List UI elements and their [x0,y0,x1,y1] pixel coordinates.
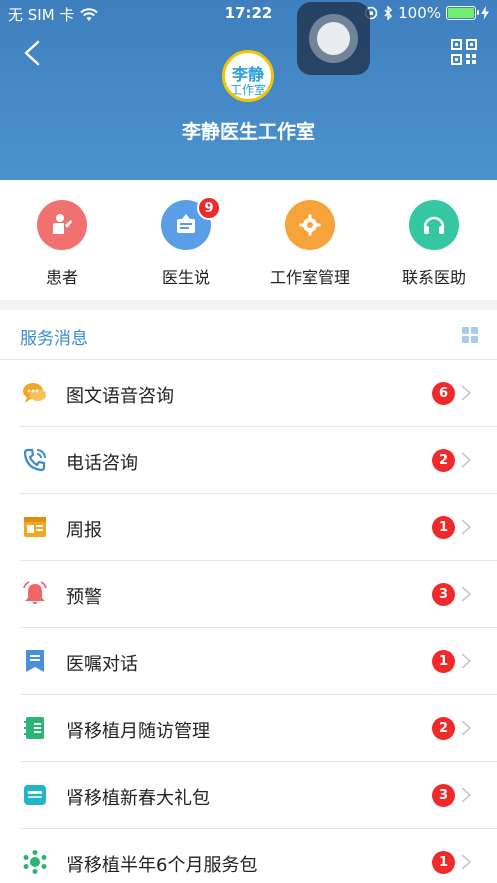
back-arrow-icon[interactable] [18,38,48,68]
service-item-text-voice-consult[interactable]: 图文语音咨询 6 [0,360,497,427]
service-item-label: 图文语音咨询 [66,386,174,407]
quick-action-studio-management[interactable]: 工作室管理 [260,200,360,288]
service-heading: 服务消息 [20,329,88,349]
notebook-icon [24,717,44,739]
service-messages: 服务消息 图文语音咨询 6 电话咨询 2 周报 1 预警 3 医嘱对话 1 肾移… [0,310,497,883]
service-item-label: 肾移植新春大礼包 [66,788,210,809]
assistive-touch-button[interactable] [297,2,370,75]
quick-actions: 患者 9 医生说 工作室管理 联系医助 [0,180,497,300]
doctor-says-badge: 9 [197,196,221,220]
service-item-kidney-half-year-package[interactable]: 肾移植半年6个月服务包 1 [0,829,497,883]
chevron-right-icon [461,452,472,468]
grid-view-icon[interactable] [462,327,478,343]
headset-icon [409,200,459,250]
quick-action-contact-assistant[interactable]: 联系医助 [384,200,484,288]
chevron-right-icon [461,519,472,535]
logo-text-studio: 工作室 [229,83,266,97]
chevron-right-icon [461,385,472,401]
phone-icon [23,448,46,472]
service-item-kidney-monthly-followup[interactable]: 肾移植月随访管理 2 [0,695,497,762]
quick-action-doctor-says[interactable]: 9 医生说 [136,196,236,288]
chevron-right-icon [461,787,472,803]
chat-bubbles-icon [23,383,46,403]
quick-action-label: 患者 [45,268,78,287]
patient-icon [37,200,87,250]
service-item-alert[interactable]: 预警 3 [0,561,497,628]
header: 无 SIM 卡 17:22 100% 李静 工作室 李静医生工作室 [0,0,497,180]
studio-logo: 李静 工作室 [222,50,274,102]
unread-count-badge: 1 [432,650,455,673]
chevron-right-icon [461,586,472,602]
unread-count-badge: 1 [432,516,455,539]
gift-pack-icon [24,785,46,805]
unread-count-badge: 2 [432,717,455,740]
quick-action-label: 医生说 [161,268,210,287]
bookmark-icon [26,650,44,672]
chevron-right-icon [461,720,472,736]
gear-icon [285,200,335,250]
service-item-phone-consult[interactable]: 电话咨询 2 [0,427,497,494]
charging-icon [481,6,489,20]
unread-count-badge: 6 [432,382,455,405]
assistive-touch-dot [317,22,350,55]
service-item-label: 电话咨询 [66,453,138,474]
battery-percent: 100% [398,4,441,22]
weekly-report-icon [24,517,46,537]
quick-action-patients[interactable]: 患者 [12,200,112,288]
doctor-says-icon: 9 [161,196,221,250]
service-item-medical-advice-dialog[interactable]: 医嘱对话 1 [0,628,497,695]
status-bar: 无 SIM 卡 17:22 100% [0,0,497,28]
service-item-kidney-new-year-gift[interactable]: 肾移植新春大礼包 3 [0,762,497,829]
battery-icon [446,6,479,20]
unread-count-badge: 3 [432,784,455,807]
service-item-label: 肾移植月随访管理 [66,721,210,742]
battery-fill [448,8,474,18]
service-item-weekly-report[interactable]: 周报 1 [0,494,497,561]
alarm-bell-icon [23,581,47,604]
page-title: 李静医生工作室 [181,121,315,143]
quick-action-label: 联系医助 [401,268,466,287]
bluetooth-icon [384,6,393,20]
service-item-label: 预警 [66,587,102,608]
chevron-right-icon [461,854,472,870]
qr-code-icon[interactable] [450,38,478,66]
service-item-label: 周报 [66,520,102,541]
service-pack-icon [23,850,47,874]
unread-count-badge: 3 [432,583,455,606]
quick-action-label: 工作室管理 [269,268,350,287]
service-header: 服务消息 [0,310,497,360]
chevron-right-icon [461,653,472,669]
unread-count-badge: 1 [432,851,455,874]
unread-count-badge: 2 [432,449,455,472]
service-item-label: 医嘱对话 [66,654,138,675]
service-item-label: 肾移植半年6个月服务包 [66,855,258,876]
